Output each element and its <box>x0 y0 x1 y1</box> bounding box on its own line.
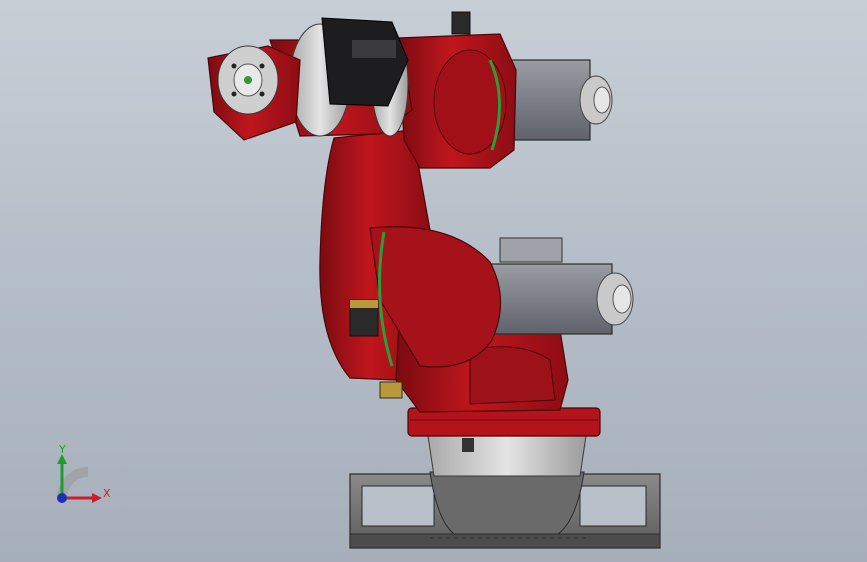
triad-y-label: Y <box>59 443 66 456</box>
robot-arm-model[interactable] <box>0 0 867 562</box>
base-casting[interactable] <box>349 471 661 549</box>
elbow-housing[interactable] <box>397 11 517 169</box>
coordinate-triad: Y X <box>48 440 118 510</box>
base-rotary-ring[interactable] <box>407 407 601 477</box>
upper-motor[interactable] <box>499 59 613 141</box>
triad-x-label: X <box>103 487 111 500</box>
wrist-flange[interactable] <box>207 45 301 141</box>
3d-viewport[interactable]: Y X <box>0 0 867 562</box>
